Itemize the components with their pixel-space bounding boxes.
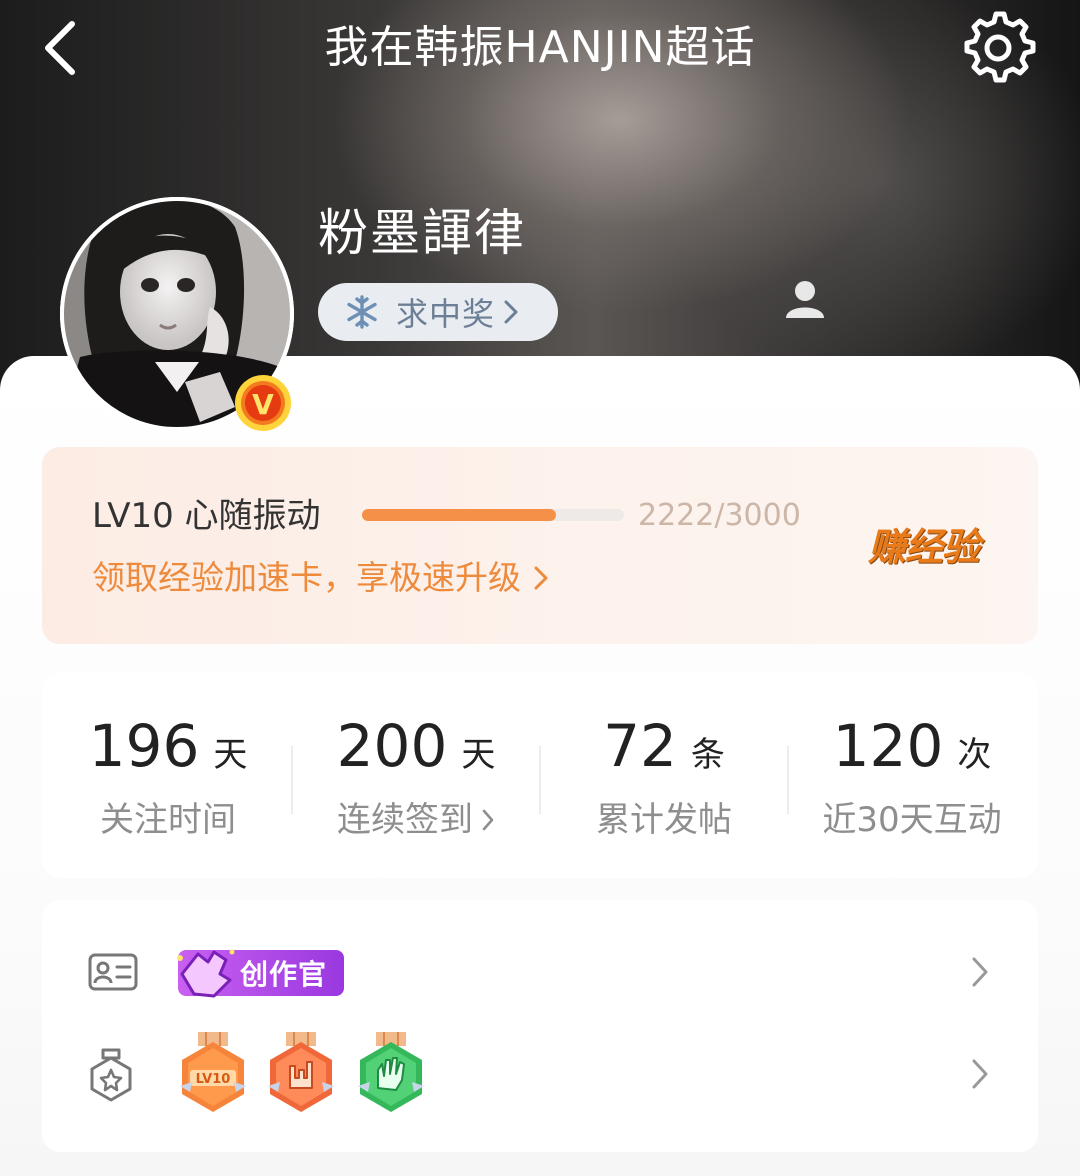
creator-badge-label: 创作官: [240, 958, 328, 991]
chevron-right-icon: [504, 300, 518, 324]
chevron-right-icon: [534, 566, 548, 590]
stat-label: 连续签到: [337, 800, 473, 840]
lv10-medal-icon[interactable]: LV10: [178, 1030, 248, 1116]
level-name: LV10 心随振动: [92, 496, 321, 536]
stat-follow-time: 196 天 关注时间: [44, 710, 292, 842]
creator-hand-icon: [177, 949, 235, 998]
chevron-right-icon[interactable]: [970, 955, 990, 989]
stat-checkin-streak[interactable]: 200 天 连续签到: [292, 710, 540, 842]
snowflake-icon: [347, 295, 377, 329]
chevron-right-icon: [482, 809, 494, 831]
stat-value: 200: [336, 712, 448, 780]
stat-interactions: 120 次 近30天互动: [788, 710, 1036, 842]
page-title: 我在韩振HANJIN超话: [324, 22, 756, 73]
svg-text:LV10: LV10: [196, 1072, 231, 1087]
stat-label: 累计发帖: [596, 800, 732, 840]
creator-badge[interactable]: 创作官: [177, 949, 344, 998]
verified-badge-icon: V: [235, 375, 291, 431]
stat-label: 近30天互动: [822, 800, 1002, 840]
promo-text: 领取经验加速卡，享极速升级: [92, 558, 521, 597]
speedup-card-link[interactable]: 领取经验加速卡，享极速升级: [92, 556, 549, 600]
svg-text:V: V: [252, 388, 274, 421]
earn-exp-button[interactable]: 赚经验: [868, 522, 980, 572]
stat-value: 120: [832, 712, 944, 780]
stat-unit: 天: [461, 735, 496, 775]
username: 粉墨諢律: [318, 204, 526, 262]
level-progress-bar: [362, 509, 624, 521]
stat-unit: 条: [690, 735, 725, 775]
stat-label: 关注时间: [100, 800, 236, 840]
stat-value: 196: [88, 712, 200, 780]
level-progress-fill: [362, 509, 557, 521]
stat-unit: 次: [957, 735, 992, 775]
tag-pill[interactable]: 求中奖: [318, 283, 558, 341]
medal-icon: [90, 1048, 132, 1102]
stat-total-posts: 72 条 累计发帖: [540, 710, 788, 842]
chevron-right-icon[interactable]: [970, 1057, 990, 1091]
id-card-icon: [88, 953, 138, 991]
wave-hand-medal-icon[interactable]: [356, 1030, 426, 1116]
rock-hand-medal-icon[interactable]: [266, 1030, 336, 1116]
stat-unit: 天: [213, 735, 248, 775]
level-progress-text: 2222/3000: [638, 498, 801, 533]
gear-icon[interactable]: [960, 8, 1036, 84]
person-icon[interactable]: [784, 278, 826, 320]
stat-value: 72: [603, 712, 677, 780]
tag-label: 求中奖: [396, 295, 496, 333]
